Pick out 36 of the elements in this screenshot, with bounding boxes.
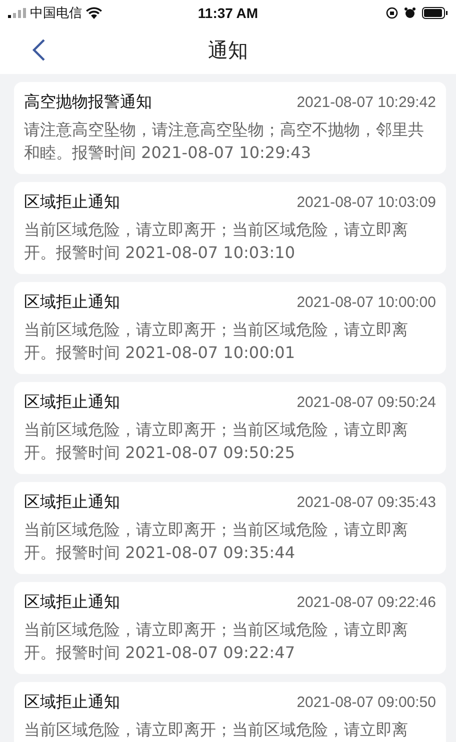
notification-time: 2021-08-07 10:29:42 bbox=[296, 94, 436, 110]
notification-time: 2021-08-07 09:00:50 bbox=[296, 694, 436, 710]
notification-message: 当前区域危险，请立即离开；当前区域危险，请立即离开。报警时间 2021-08-07 09:22:47 bbox=[24, 619, 409, 664]
notification-time: 2021-08-07 10:03:09 bbox=[296, 194, 436, 210]
alarm-icon bbox=[404, 7, 416, 19]
notification-title: 区域拒止通知 bbox=[24, 392, 120, 412]
notification-title: 高空抛物报警通知 bbox=[24, 92, 152, 112]
notification-time: 2021-08-07 09:22:46 bbox=[296, 594, 436, 610]
notification-time: 2021-08-07 09:50:24 bbox=[296, 394, 436, 410]
notification-card[interactable]: 区域拒止通知 2021-08-07 09:00:50 当前区域危险，请立即离开；当前区域危险，请立即离 bbox=[14, 682, 446, 742]
orientation-lock-icon bbox=[386, 7, 398, 19]
wifi-icon bbox=[86, 7, 102, 19]
notification-title: 区域拒止通知 bbox=[24, 492, 120, 512]
notification-message: 请注意高空坠物，请注意高空坠物；高空不抛物，邻里共和睦。报警时间 2021-08-07 10:29:43 bbox=[24, 119, 425, 164]
carrier-name: 中国电信 bbox=[30, 5, 82, 22]
clock-time: 11:37 AM bbox=[198, 5, 258, 21]
notification-message: 当前区域危险，请立即离开；当前区域危险，请立即离开。报警时间 2021-08-07 10:03:10 bbox=[24, 219, 409, 264]
notification-card[interactable]: 区域拒止通知 2021-08-07 09:22:46 当前区域危险，请立即离开；当前区域危险，请立即离开。报警时间 2021-08-07 09:22:47 bbox=[14, 582, 446, 674]
notification-card[interactable]: 区域拒止通知 2021-08-07 10:03:09 当前区域危险，请立即离开；当前区域危险，请立即离开。报警时间 2021-08-07 10:03:10 bbox=[14, 182, 446, 274]
notification-card[interactable]: 区域拒止通知 2021-08-07 09:50:24 当前区域危险，请立即离开；当前区域危险，请立即离开。报警时间 2021-08-07 09:50:25 bbox=[14, 382, 446, 474]
notification-time: 2021-08-07 10:00:00 bbox=[296, 294, 436, 310]
notification-card[interactable]: 区域拒止通知 2021-08-07 10:00:00 当前区域危险，请立即离开；当前区域危险，请立即离开。报警时间 2021-08-07 10:00:01 bbox=[14, 282, 446, 374]
page-title: 通知 bbox=[208, 36, 248, 64]
notification-message: 当前区域危险，请立即离开；当前区域危险，请立即离开。报警时间 2021-08-07 09:35:44 bbox=[24, 519, 409, 564]
battery-icon bbox=[422, 7, 448, 19]
signal-icon bbox=[8, 8, 26, 18]
notification-message: 当前区域危险，请立即离开；当前区域危险，请立即离开。报警时间 2021-08-07 09:50:25 bbox=[24, 419, 409, 464]
notification-card[interactable]: 高空抛物报警通知 2021-08-07 10:29:42 请注意高空坠物，请注意高空坠物；高空不抛物，邻里共和睦。报警时间 2021-08-07 10:29:43 bbox=[14, 82, 446, 174]
notification-title: 区域拒止通知 bbox=[24, 592, 120, 612]
notification-title: 区域拒止通知 bbox=[24, 292, 120, 312]
notification-card[interactable]: 区域拒止通知 2021-08-07 09:35:43 当前区域危险，请立即离开；当前区域危险，请立即离开。报警时间 2021-08-07 09:35:44 bbox=[14, 482, 446, 574]
notification-message: 当前区域危险，请立即离开；当前区域危险，请立即离 bbox=[24, 719, 409, 741]
notification-title: 区域拒止通知 bbox=[24, 192, 120, 212]
notification-time: 2021-08-07 09:35:43 bbox=[296, 494, 436, 510]
notification-title: 区域拒止通知 bbox=[24, 692, 120, 712]
notification-message: 当前区域危险，请立即离开；当前区域危险，请立即离开。报警时间 2021-08-07 10:00:01 bbox=[24, 319, 409, 364]
